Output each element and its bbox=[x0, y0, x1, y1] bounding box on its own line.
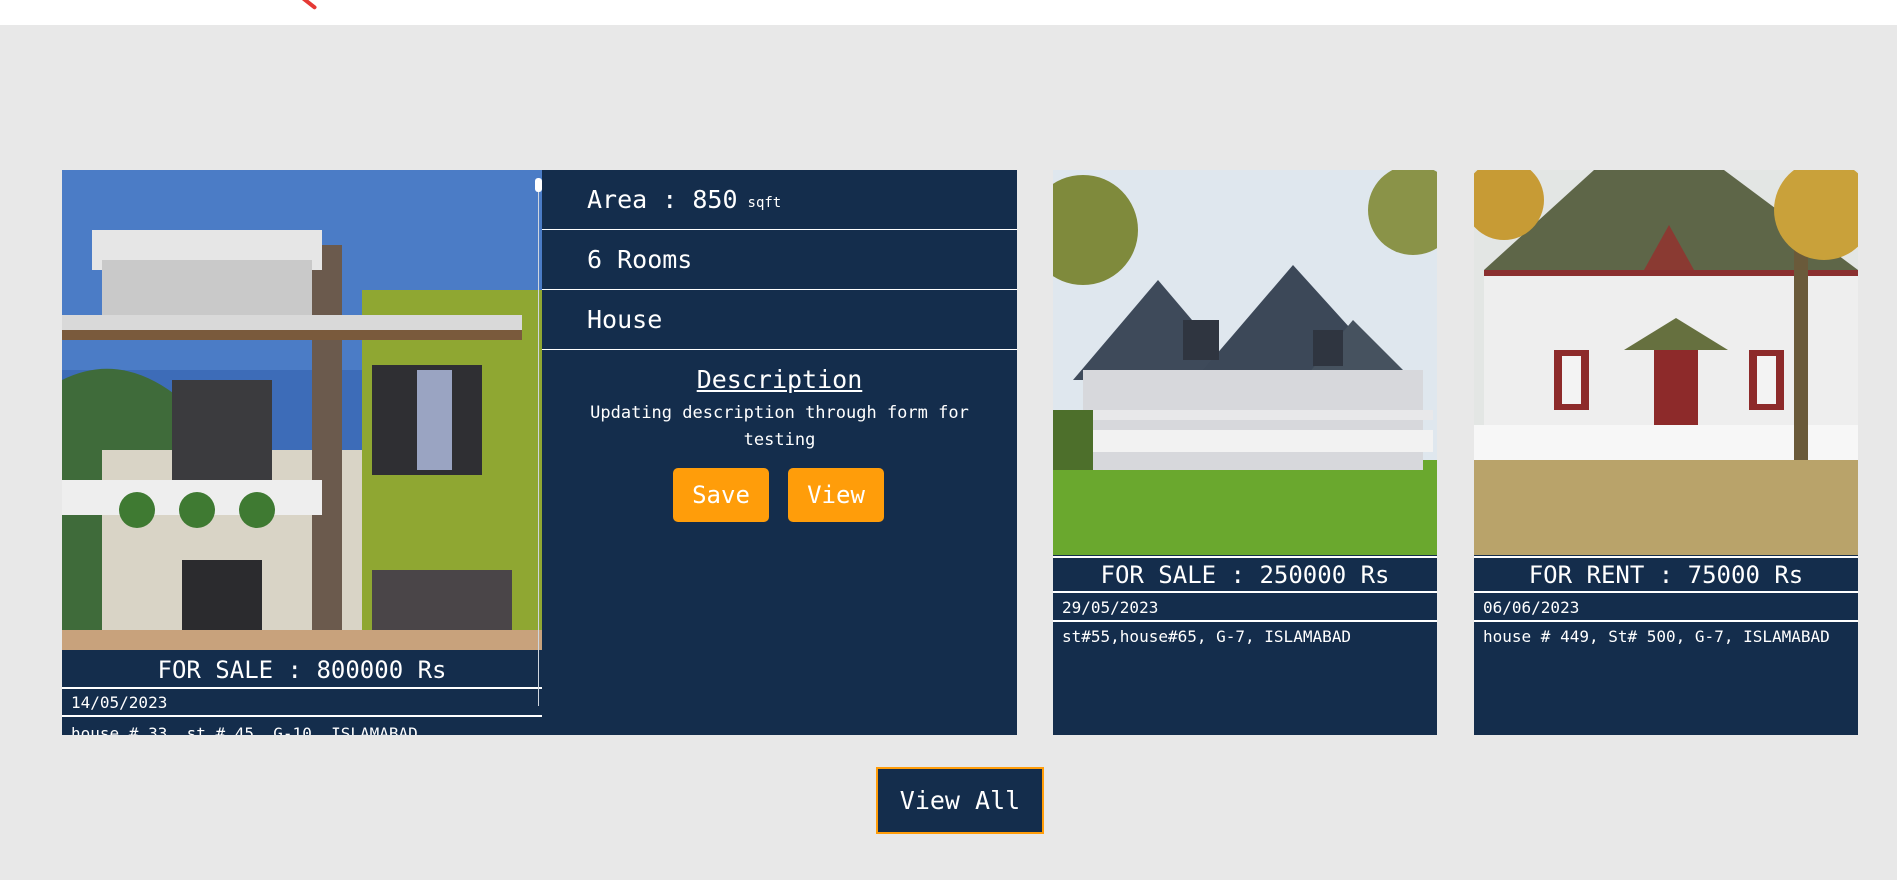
rooms-row: 6 Rooms bbox=[542, 230, 1017, 290]
view-button[interactable]: View bbox=[788, 468, 884, 522]
listing-card-1[interactable]: FOR SALE : 800000 Rs 14/05/2023 house # … bbox=[62, 170, 1017, 735]
house-photo-farmhouse bbox=[1053, 170, 1437, 555]
house-photo-cottage bbox=[1474, 170, 1858, 555]
area-value: Area : 850 bbox=[587, 185, 738, 214]
listing-date: 06/06/2023 bbox=[1474, 594, 1858, 622]
listing-price: FOR RENT : 75000 Rs bbox=[1474, 556, 1858, 593]
listing-card-3[interactable]: FOR RENT : 75000 Rs 06/06/2023 house # 4… bbox=[1474, 170, 1858, 735]
listing-date: 29/05/2023 bbox=[1053, 594, 1437, 622]
area-unit: sqft bbox=[747, 194, 782, 211]
listing-address: house # 449, St# 500, G-7, ISLAMABAD bbox=[1483, 627, 1830, 646]
scrollbar-track[interactable] bbox=[538, 178, 539, 706]
top-bar bbox=[0, 0, 1897, 25]
save-button[interactable]: Save bbox=[673, 468, 769, 522]
rooms-value: 6 Rooms bbox=[587, 245, 693, 274]
view-all-button[interactable]: View All bbox=[876, 767, 1044, 834]
listing-price: FOR SALE : 250000 Rs bbox=[1053, 556, 1437, 593]
description-heading: Description bbox=[696, 365, 863, 394]
listing-address: st#55,house#65, G-7, ISLAMABAD bbox=[1062, 627, 1351, 646]
listing-price: FOR SALE : 800000 Rs bbox=[62, 652, 542, 689]
listing-address: house # 33, st # 45, G-10, ISLAMABAD bbox=[71, 724, 418, 735]
house-photo-modern bbox=[62, 170, 542, 650]
area-row: Area : 850 sqft bbox=[542, 170, 1017, 230]
listing-card-2[interactable]: FOR SALE : 250000 Rs 29/05/2023 st#55,ho… bbox=[1053, 170, 1437, 735]
property-type: House bbox=[587, 305, 663, 334]
type-row: House bbox=[542, 290, 1017, 350]
scrollbar-thumb[interactable] bbox=[535, 178, 542, 192]
description-text: Updating description through form for te… bbox=[590, 403, 969, 450]
listing-details-panel: Area : 850 sqft 6 Rooms House Descriptio… bbox=[535, 170, 1017, 735]
red-mark bbox=[300, 0, 318, 11]
listing-date: 14/05/2023 bbox=[62, 689, 542, 717]
